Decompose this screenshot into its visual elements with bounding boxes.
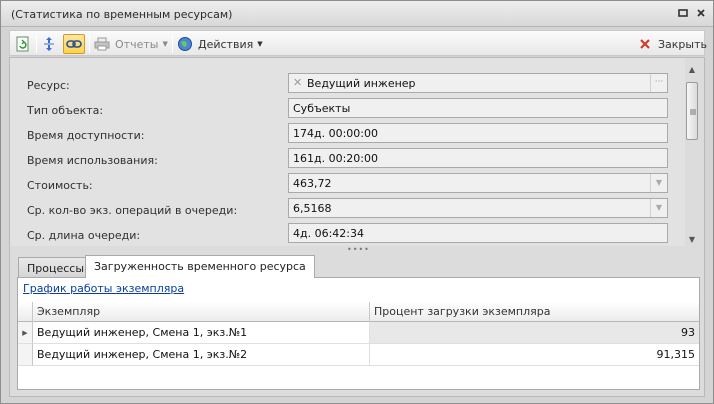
close-window-icon[interactable]	[695, 8, 707, 20]
avg-queue-ops-field[interactable]: 6,5168 ▼	[288, 198, 668, 218]
usage-time-field[interactable]: 161д. 00:20:00	[288, 148, 668, 168]
content-area: Ресурс: ✕ Ведущий инженер ··· Тип объект…	[9, 57, 705, 397]
row-indicator	[18, 344, 33, 366]
expand-button[interactable]	[40, 34, 58, 54]
splitter-grip[interactable]: ••••	[347, 246, 369, 254]
cost-field[interactable]: 463,72 ▼	[288, 173, 668, 193]
resource-load-panel: График работы экземпляра Экземпляр Проце…	[17, 277, 700, 390]
tab-processes[interactable]: Процессы	[18, 257, 94, 277]
close-label: Закрыть	[658, 37, 707, 51]
form-scrollbar[interactable]: ▲ ▼	[685, 62, 699, 246]
link-toggle-button[interactable]	[63, 34, 85, 54]
actions-menu-button[interactable]: Действия ▼	[176, 34, 263, 54]
cost-value: 463,72	[293, 177, 332, 190]
table-row-1-instance[interactable]: Ведущий инженер, Смена 1, экз.№1	[33, 322, 370, 344]
usage-time-value: 161д. 00:20:00	[293, 152, 378, 165]
column-header-percent-label: Процент загрузки экземпляра	[374, 305, 551, 318]
reports-menu-button[interactable]: Отчеты ▼	[93, 34, 168, 54]
close-icon	[636, 35, 654, 53]
availability-time-value: 174д. 00:00:00	[293, 127, 378, 140]
cost-label: Стоимость:	[27, 179, 93, 192]
refresh-icon	[14, 35, 32, 53]
table-row-1-percent[interactable]: 93	[370, 322, 699, 344]
grid-header: Экземпляр Процент загрузки экземпляра	[18, 302, 699, 322]
avg-queue-ops-value: 6,5168	[293, 202, 332, 215]
column-header-percent[interactable]: Процент загрузки экземпляра	[370, 302, 699, 322]
chevron-down-icon: ▼	[257, 40, 263, 48]
properties-form: Ресурс: ✕ Ведущий инженер ··· Тип объект…	[10, 58, 685, 246]
statistics-window: (Статистика по временным ресурсам) Отчет…	[0, 0, 714, 404]
percent-value: 91,315	[656, 348, 696, 361]
restore-icon[interactable]	[677, 8, 689, 20]
avg-queue-ops-label: Ср. кол-во экз. операций в очереди:	[27, 204, 238, 217]
clear-icon[interactable]: ✕	[293, 76, 302, 89]
avg-queue-length-field[interactable]: 4д. 06:42:34	[288, 223, 668, 243]
scroll-up-icon[interactable]: ▲	[687, 66, 697, 74]
chevron-down-icon: ▼	[162, 40, 168, 48]
row-indicator-icon: ▶	[18, 322, 33, 344]
globe-icon	[176, 35, 194, 53]
toolbar-separator	[172, 35, 173, 53]
close-button[interactable]: Закрыть	[636, 34, 707, 54]
avg-queue-length-label: Ср. длина очереди:	[27, 229, 141, 242]
window-title: (Статистика по временным ресурсам)	[11, 8, 233, 21]
object-type-value: Субъекты	[293, 102, 351, 115]
availability-time-label: Время доступности:	[27, 129, 145, 142]
object-type-field[interactable]: Субъекты	[288, 98, 668, 118]
printer-icon	[93, 35, 111, 53]
header-indicator	[18, 302, 33, 322]
table-row-2-instance[interactable]: Ведущий инженер, Смена 1, экз.№2	[33, 344, 370, 366]
instance-value: Ведущий инженер, Смена 1, экз.№1	[37, 326, 248, 339]
actions-label: Действия	[198, 37, 254, 51]
usage-time-label: Время использования:	[27, 154, 158, 167]
table-row-2-percent[interactable]: 91,315	[370, 344, 699, 366]
tab-resource-load[interactable]: Загруженность временного ресурса	[85, 255, 315, 278]
percent-value: 93	[681, 326, 695, 339]
availability-time-field[interactable]: 174д. 00:00:00	[288, 123, 668, 143]
avg-queue-length-value: 4д. 06:42:34	[293, 227, 365, 240]
ellipsis-button[interactable]: ···	[650, 74, 667, 92]
toolbar-separator	[36, 35, 37, 53]
instance-schedule-link[interactable]: График работы экземпляра	[23, 282, 184, 295]
chevron-down-icon[interactable]: ▼	[650, 174, 667, 192]
toolbar-separator	[89, 35, 90, 53]
reports-label: Отчеты	[115, 37, 159, 51]
resource-value: Ведущий инженер	[307, 77, 416, 90]
instance-value: Ведущий инженер, Смена 1, экз.№2	[37, 348, 248, 361]
tab-processes-label: Процессы	[27, 262, 85, 275]
refresh-button[interactable]	[14, 34, 32, 54]
column-header-instance-label: Экземпляр	[37, 305, 101, 318]
scroll-down-icon[interactable]: ▼	[687, 236, 697, 244]
tab-resource-load-label: Загруженность временного ресурса	[94, 260, 306, 273]
column-header-instance[interactable]: Экземпляр	[33, 302, 370, 322]
title-bar: (Статистика по временным ресурсам)	[1, 1, 713, 27]
resource-label: Ресурс:	[27, 79, 70, 92]
chevron-down-icon[interactable]: ▼	[650, 199, 667, 217]
link-icon	[65, 35, 83, 53]
resource-field[interactable]: ✕ Ведущий инженер ···	[288, 73, 668, 93]
expand-arrows-icon	[40, 35, 58, 53]
object-type-label: Тип объекта:	[27, 104, 104, 117]
scroll-thumb[interactable]	[686, 82, 698, 140]
toolbar: Отчеты ▼ Действия ▼ Закрыть	[9, 30, 707, 56]
